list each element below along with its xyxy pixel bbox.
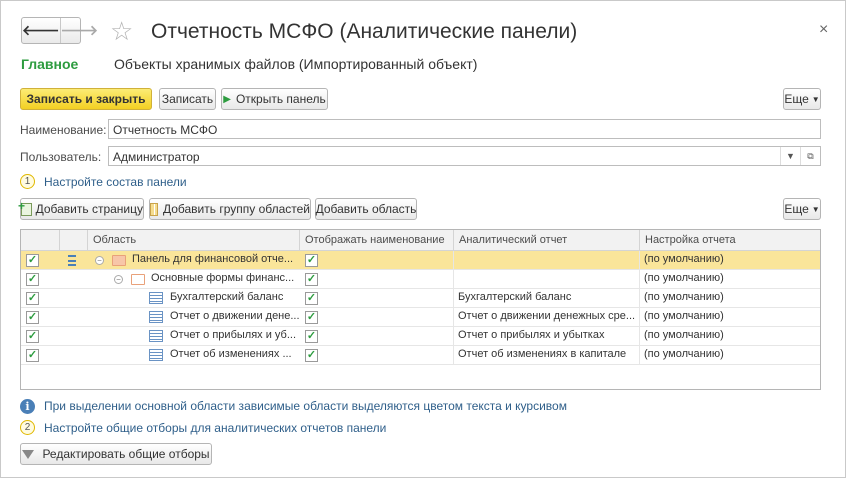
- row-area: Отчет о прибылях и уб...: [170, 329, 296, 341]
- row-report: Отчет о прибылях и убытках: [453, 327, 639, 345]
- step-2-icon: 2: [20, 420, 35, 435]
- add-page-icon: +: [18, 199, 32, 216]
- row-report: Отчет о движении денежных сре...: [453, 308, 639, 326]
- show-name-checkbox[interactable]: ✓: [305, 292, 318, 305]
- form-window: 🡐 🡒 ☆ Отчетность МСФО (Аналитические пан…: [0, 0, 846, 478]
- edit-filters-label: Редактировать общие отборы: [42, 447, 210, 461]
- row-area: Отчет о движении дене...: [170, 310, 299, 322]
- back-arrow-icon[interactable]: 🡐: [22, 18, 60, 43]
- page-title: Отчетность МСФО (Аналитические панели): [151, 20, 578, 43]
- collapse-icon[interactable]: −: [114, 275, 123, 284]
- show-name-checkbox[interactable]: ✓: [305, 254, 318, 267]
- table-icon: [149, 330, 163, 342]
- table-row[interactable]: ✓ − Основные формы финанс... ✓ (по умолч…: [21, 270, 820, 289]
- table-icon: [149, 292, 163, 304]
- row-area: Панель для финансовой отче...: [132, 253, 294, 265]
- grid-more-label: Еще: [784, 202, 809, 216]
- show-name-checkbox[interactable]: ✓: [305, 349, 318, 362]
- header-report-setting[interactable]: Настройка отчета: [639, 230, 820, 251]
- user-value: Администратор: [113, 150, 200, 164]
- table-row[interactable]: ✓ Отчет о движении дене... ✓ Отчет о дви…: [21, 308, 820, 327]
- show-name-checkbox[interactable]: ✓: [305, 330, 318, 343]
- user-label: Пользователь:: [20, 150, 102, 164]
- header-report[interactable]: Аналитический отчет: [453, 230, 639, 251]
- info-text: При выделении основной области зависимые…: [44, 399, 567, 413]
- open-panel-button[interactable]: ▶ Открыть панель: [221, 88, 328, 110]
- row-report: [453, 270, 639, 288]
- row-setting: (по умолчанию): [639, 289, 820, 307]
- show-name-checkbox[interactable]: ✓: [305, 273, 318, 286]
- folder-icon: [112, 255, 126, 266]
- chevron-down-icon: ▼: [811, 94, 820, 104]
- row-setting: (по умолчанию): [639, 270, 820, 288]
- row-report: Отчет об изменениях в капитале: [453, 346, 639, 364]
- save-and-close-button[interactable]: Записать и закрыть: [20, 88, 152, 110]
- user-field[interactable]: Администратор ▼ ⧉: [108, 146, 821, 166]
- row-checkbox[interactable]: ✓: [26, 349, 39, 362]
- row-setting: (по умолчанию): [639, 346, 820, 364]
- table-icon: [149, 349, 163, 361]
- header-drag-col: [59, 230, 87, 251]
- row-report: Бухгалтерский баланс: [453, 289, 639, 307]
- add-area-group-button[interactable]: Добавить группу областей: [149, 198, 311, 220]
- row-setting: (по умолчанию): [639, 308, 820, 326]
- dropdown-icon[interactable]: ▼: [780, 147, 800, 165]
- table-row[interactable]: ✓ Отчет об изменениях ... ✓ Отчет об изм…: [21, 346, 820, 365]
- chevron-down-icon: ▼: [811, 204, 820, 214]
- configure-filters-link[interactable]: Настройте общие отборы для аналитических…: [44, 421, 386, 435]
- info-icon: i: [20, 399, 35, 414]
- row-checkbox[interactable]: ✓: [26, 330, 39, 343]
- step-1-icon: 1: [20, 174, 35, 189]
- forward-arrow-icon[interactable]: 🡒: [59, 18, 98, 43]
- row-checkbox[interactable]: ✓: [26, 273, 39, 286]
- row-area: Бухгалтерский баланс: [170, 291, 284, 303]
- grid-more-button[interactable]: Еще ▼: [783, 198, 821, 220]
- header-area[interactable]: Область: [87, 230, 299, 251]
- table-header: Область Отображать наименование Аналитич…: [21, 230, 820, 251]
- edit-common-filters-button[interactable]: Редактировать общие отборы: [20, 443, 212, 465]
- table-row[interactable]: ✓ − Панель для финансовой отче... ✓ (по …: [21, 251, 820, 270]
- filter-icon: [22, 449, 35, 459]
- open-panel-label: Открыть панель: [235, 92, 326, 106]
- row-area: Основные формы финанс...: [151, 272, 295, 284]
- play-icon: ▶: [223, 93, 231, 105]
- add-area-group-label: Добавить группу областей: [162, 202, 310, 216]
- main-area-icon: [68, 255, 76, 266]
- table-icon: [149, 311, 163, 323]
- table-row[interactable]: ✓ Бухгалтерский баланс ✓ Бухгалтерский б…: [21, 289, 820, 308]
- favorite-star-icon[interactable]: ☆: [110, 16, 133, 47]
- row-checkbox[interactable]: ✓: [26, 311, 39, 324]
- tab-main[interactable]: Главное: [21, 56, 78, 72]
- close-icon[interactable]: ×: [819, 21, 828, 39]
- areas-table[interactable]: Область Отображать наименование Аналитич…: [20, 229, 821, 390]
- row-report: [453, 251, 639, 269]
- tab-stored-files[interactable]: Объекты хранимых файлов (Импортированный…: [114, 56, 477, 72]
- row-checkbox[interactable]: ✓: [26, 292, 39, 305]
- collapse-icon[interactable]: −: [95, 256, 104, 265]
- row-setting: (по умолчанию): [639, 251, 820, 269]
- show-name-checkbox[interactable]: ✓: [305, 311, 318, 324]
- row-area: Отчет об изменениях ...: [170, 348, 292, 360]
- add-page-button[interactable]: + Добавить страницу: [18, 198, 144, 220]
- nav-buttons: 🡐 🡒: [21, 17, 98, 44]
- open-icon[interactable]: ⧉: [800, 147, 820, 165]
- more-label: Еще: [784, 92, 809, 106]
- save-button[interactable]: Записать: [159, 88, 216, 110]
- add-page-label: Добавить страницу: [35, 202, 143, 216]
- area-group-icon: [150, 202, 158, 216]
- header-check-col: [21, 230, 59, 251]
- name-label: Наименование:: [20, 123, 107, 137]
- folder-open-icon: [131, 274, 145, 285]
- configure-panel-link[interactable]: Настройте состав панели: [44, 175, 187, 189]
- name-field[interactable]: Отчетность МСФО: [108, 119, 821, 139]
- row-setting: (по умолчанию): [639, 327, 820, 345]
- row-checkbox[interactable]: ✓: [26, 254, 39, 267]
- header-show-name[interactable]: Отображать наименование: [299, 230, 453, 251]
- more-button[interactable]: Еще ▼: [783, 88, 821, 110]
- add-area-button[interactable]: Добавить область: [315, 198, 417, 220]
- table-row[interactable]: ✓ Отчет о прибылях и уб... ✓ Отчет о при…: [21, 327, 820, 346]
